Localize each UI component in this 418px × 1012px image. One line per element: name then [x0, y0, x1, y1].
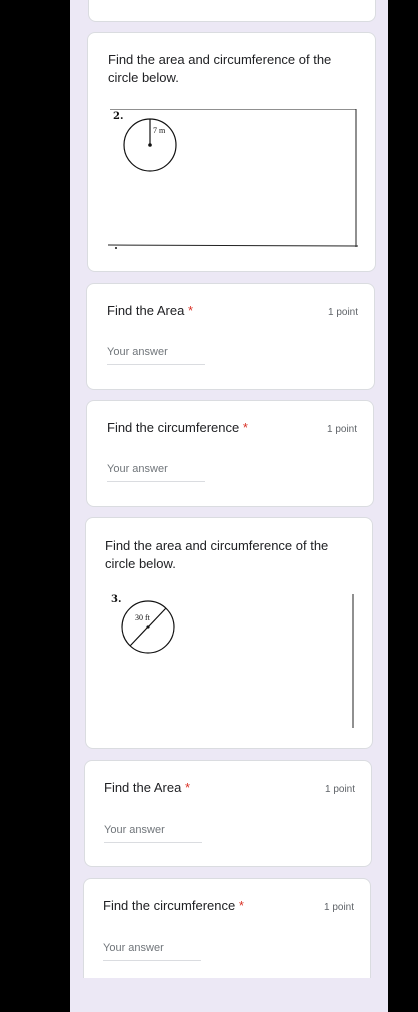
points-label: 1 point [327, 424, 358, 435]
answer-input[interactable]: Your answer [107, 463, 168, 475]
question-title: Find the circumference * [107, 420, 248, 435]
answer-input[interactable]: Your answer [103, 942, 164, 954]
question-card-circumference-3: Find the circumference * 1 point Your an… [83, 878, 371, 978]
form-page: Find the area and circumference of the c… [70, 0, 388, 1012]
points-label: 1 point [324, 902, 355, 913]
diameter-label: 30 ft [135, 613, 150, 622]
required-asterisk: * [242, 420, 248, 435]
problem-number: 3. [111, 594, 122, 605]
answer-input[interactable]: Your answer [107, 346, 168, 358]
problem-image-3: 3. 30 ft [106, 592, 358, 732]
description-card-3: Find the area and circumference of the c… [85, 517, 373, 749]
right-dark-margin [388, 0, 418, 1012]
previous-card-bottom [88, 0, 376, 22]
question-title: Find the circumference * [103, 898, 244, 913]
required-asterisk: * [187, 303, 194, 318]
description-text: Find the area and circumference of the c… [108, 52, 332, 85]
question-card-circumference-2: Find the circumference * 1 point Your an… [86, 400, 374, 507]
required-asterisk: * [184, 780, 191, 795]
points-label: 1 point [325, 784, 356, 795]
answer-underline [104, 842, 202, 843]
radius-label: 7 m [153, 126, 166, 135]
problem-number: 2. [113, 111, 124, 122]
required-asterisk: * [238, 898, 244, 913]
question-card-area-3: Find the Area * 1 point Your answer [84, 760, 372, 867]
problem-image-2: 2. 7 m [107, 108, 359, 249]
points-label: 1 point [328, 307, 359, 318]
answer-input[interactable]: Your answer [104, 824, 165, 836]
answer-underline [107, 364, 205, 365]
question-title: Find the Area * [107, 303, 194, 318]
answer-underline [103, 960, 201, 961]
left-dark-margin [0, 0, 70, 1012]
description-text: Find the area and circumference of the c… [105, 538, 329, 571]
question-card-area-2: Find the Area * 1 point Your answer [86, 283, 375, 390]
description-card-2: Find the area and circumference of the c… [87, 32, 376, 272]
question-title: Find the Area * [104, 780, 191, 795]
answer-underline [107, 481, 205, 482]
